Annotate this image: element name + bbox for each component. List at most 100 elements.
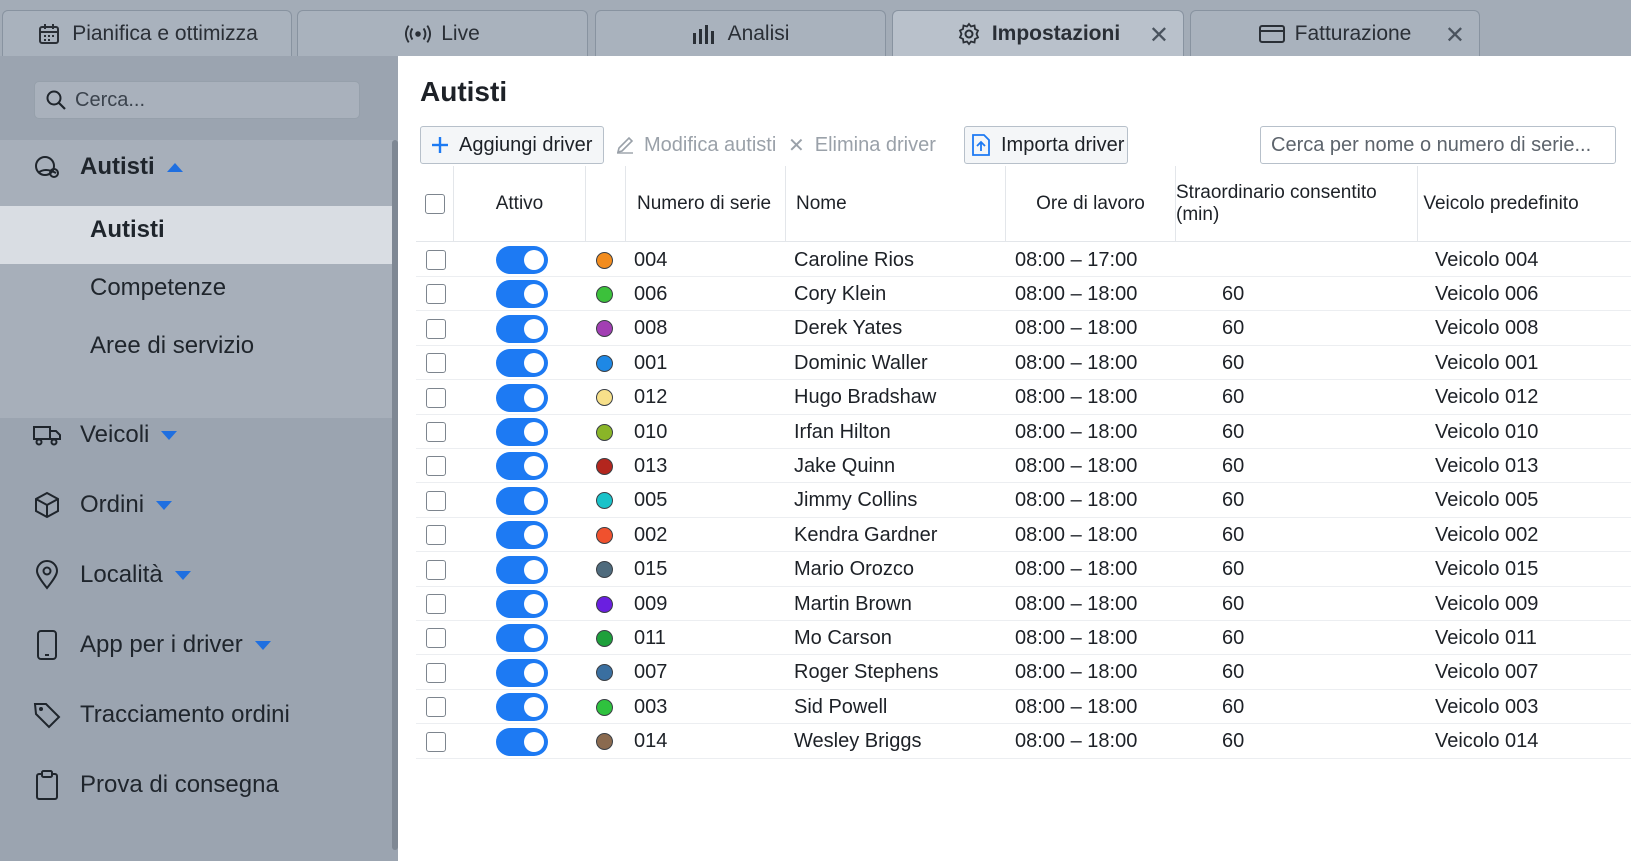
- column-header-active[interactable]: Attivo: [454, 166, 586, 242]
- column-header-serial[interactable]: Numero di serie: [626, 166, 786, 242]
- select-all-checkbox[interactable]: [424, 194, 445, 214]
- tab-analysis[interactable]: Analisi: [595, 10, 886, 56]
- row-checkbox[interactable]: [426, 490, 446, 511]
- driver-color-dot: [596, 251, 613, 269]
- row-checkbox[interactable]: [426, 422, 446, 442]
- column-header-overtime[interactable]: Straordinario consentito (min): [1176, 166, 1418, 242]
- table-row[interactable]: 007 Roger Stephens 08:00 – 18:00 60 Veicolo …: [416, 656, 1631, 690]
- column-label: Numero di serie: [637, 193, 772, 214]
- row-checkbox[interactable]: [426, 731, 446, 752]
- active-cell: [496, 621, 556, 655]
- tab-live[interactable]: Live: [297, 10, 588, 56]
- table-row[interactable]: 010 Irfan Hilton 08:00 – 18:00 60 Veicolo 01…: [416, 415, 1631, 449]
- vehicle-cell: Veicolo 002: [1435, 523, 1539, 546]
- serial-cell: 004: [634, 248, 668, 271]
- column-header-hours[interactable]: Ore di lavoro: [1006, 166, 1176, 242]
- driver-color-dot: [596, 389, 613, 407]
- import-driver-button[interactable]: Importa driver: [964, 126, 1128, 164]
- table-row[interactable]: 006 Cory Klein 08:00 – 18:00 60 Veicolo 006: [416, 277, 1631, 312]
- sidebar-item-label: Località: [80, 561, 163, 588]
- sidebar-item-label: App per i driver: [80, 631, 243, 658]
- sidebar-subitem-drivers[interactable]: Autisti: [90, 216, 165, 244]
- sidebar-item-proof-of-delivery[interactable]: Prova di consegna: [32, 770, 279, 800]
- row-checkbox[interactable]: [426, 662, 446, 683]
- overtime-cell: 60: [1222, 592, 1245, 615]
- sidebar-item-orders[interactable]: Ordini: [32, 490, 173, 520]
- table-row[interactable]: 003 Sid Powell 08:00 – 18:00 60 Veicolo 003: [416, 690, 1631, 725]
- overtime-cell: 60: [1222, 523, 1245, 546]
- active-toggle[interactable]: [496, 486, 548, 515]
- row-checkbox[interactable]: [426, 284, 446, 305]
- tab-plan-optimize[interactable]: Pianifica e ottimizza: [2, 10, 292, 56]
- tab-settings[interactable]: Impostazioni ✕: [892, 10, 1184, 56]
- active-toggle[interactable]: [496, 418, 548, 446]
- active-cell: [496, 381, 556, 415]
- row-checkbox[interactable]: [426, 456, 446, 477]
- row-checkbox[interactable]: [426, 387, 446, 408]
- close-icon[interactable]: ✕: [1445, 21, 1465, 50]
- active-cell: [496, 587, 556, 621]
- serial-cell: 015: [634, 558, 668, 581]
- table-row[interactable]: 012 Hugo Bradshaw 08:00 – 18:00 60 Veicolo 0…: [416, 381, 1631, 415]
- row-checkbox[interactable]: [426, 697, 446, 718]
- active-toggle[interactable]: [496, 246, 548, 274]
- sidebar-item-locations[interactable]: Località: [32, 560, 191, 590]
- column-header-name[interactable]: Nome: [786, 166, 1006, 242]
- active-toggle[interactable]: [496, 452, 548, 481]
- vehicle-cell: Veicolo 003: [1435, 695, 1539, 718]
- sidebar-item-vehicles[interactable]: Veicoli: [32, 420, 178, 450]
- sidebar-subitem-skills[interactable]: Competenze: [90, 274, 226, 302]
- active-toggle[interactable]: [496, 727, 548, 756]
- drivers-icon: [32, 152, 62, 182]
- row-checkbox[interactable]: [426, 559, 446, 580]
- row-select-cell: [424, 484, 448, 518]
- table-row[interactable]: 008 Derek Yates 08:00 – 18:00 60 Veicolo 008: [416, 312, 1631, 346]
- sidebar-item-order-tracking[interactable]: Tracciamento ordini: [32, 700, 290, 730]
- table-row[interactable]: 002 Kendra Gardner 08:00 – 18:00 60 Veicolo …: [416, 518, 1631, 553]
- driver-search-input[interactable]: Cerca per nome o numero di serie...: [1260, 126, 1616, 164]
- sidebar-subitem-service-areas[interactable]: Aree di servizio: [90, 332, 254, 360]
- row-checkbox[interactable]: [426, 594, 446, 614]
- active-toggle[interactable]: [496, 658, 548, 687]
- row-checkbox[interactable]: [426, 525, 446, 546]
- table-row[interactable]: 015 Mario Orozco 08:00 – 18:00 60 Veicolo 01…: [416, 553, 1631, 587]
- row-checkbox[interactable]: [426, 353, 446, 374]
- color-cell: [596, 346, 620, 380]
- table-row[interactable]: 011 Mo Carson 08:00 – 18:00 60 Veicolo 011: [416, 621, 1631, 656]
- active-toggle[interactable]: [496, 590, 548, 618]
- table-row[interactable]: 009 Martin Brown 08:00 – 18:00 60 Veicolo 00…: [416, 587, 1631, 621]
- table-row[interactable]: 014 Wesley Briggs 08:00 – 18:00 60 Veicolo 0…: [416, 725, 1631, 759]
- driver-color-dot: [596, 354, 613, 372]
- column-header-vehicle[interactable]: Veicolo predefinito: [1418, 166, 1584, 242]
- active-toggle[interactable]: [496, 383, 548, 412]
- active-toggle[interactable]: [496, 693, 548, 722]
- delete-driver-button[interactable]: ✕ Elimina driver: [788, 126, 936, 164]
- edit-drivers-button[interactable]: Modifica autisti: [616, 126, 776, 164]
- color-cell: [596, 518, 620, 552]
- table-row[interactable]: 013 Jake Quinn 08:00 – 18:00 60 Veicolo 013: [416, 449, 1631, 484]
- sidebar-search-input[interactable]: Cerca...: [34, 81, 360, 119]
- active-toggle[interactable]: [496, 521, 548, 550]
- name-cell: Dominic Waller: [794, 351, 928, 374]
- sidebar-item-driver-app[interactable]: App per i driver: [32, 630, 271, 660]
- vehicle-cell: Veicolo 014: [1435, 730, 1539, 753]
- driver-color-dot: [596, 526, 613, 544]
- table-row[interactable]: 005 Jimmy Collins 08:00 – 18:00 60 Veicolo 0…: [416, 484, 1631, 518]
- serial-cell: 010: [634, 420, 668, 443]
- active-toggle[interactable]: [496, 349, 548, 378]
- row-checkbox[interactable]: [426, 628, 446, 649]
- table-row[interactable]: 001 Dominic Waller 08:00 – 18:00 60 Veicolo …: [416, 346, 1631, 381]
- sidebar-item-drivers[interactable]: Autisti: [32, 152, 183, 182]
- table-row[interactable]: 004 Caroline Rios 08:00 – 17:00 Veicolo 004: [416, 243, 1631, 277]
- active-toggle[interactable]: [496, 280, 548, 309]
- close-icon[interactable]: ✕: [1149, 21, 1169, 50]
- active-toggle[interactable]: [496, 314, 548, 343]
- tab-billing[interactable]: Fatturazione ✕: [1190, 10, 1480, 56]
- hours-cell: 08:00 – 18:00: [1015, 592, 1138, 615]
- active-toggle[interactable]: [496, 624, 548, 653]
- row-checkbox[interactable]: [426, 250, 446, 270]
- driver-color-dot: [596, 664, 613, 682]
- add-driver-button[interactable]: Aggiungi driver: [420, 126, 604, 164]
- row-checkbox[interactable]: [426, 318, 446, 339]
- active-toggle[interactable]: [496, 555, 548, 584]
